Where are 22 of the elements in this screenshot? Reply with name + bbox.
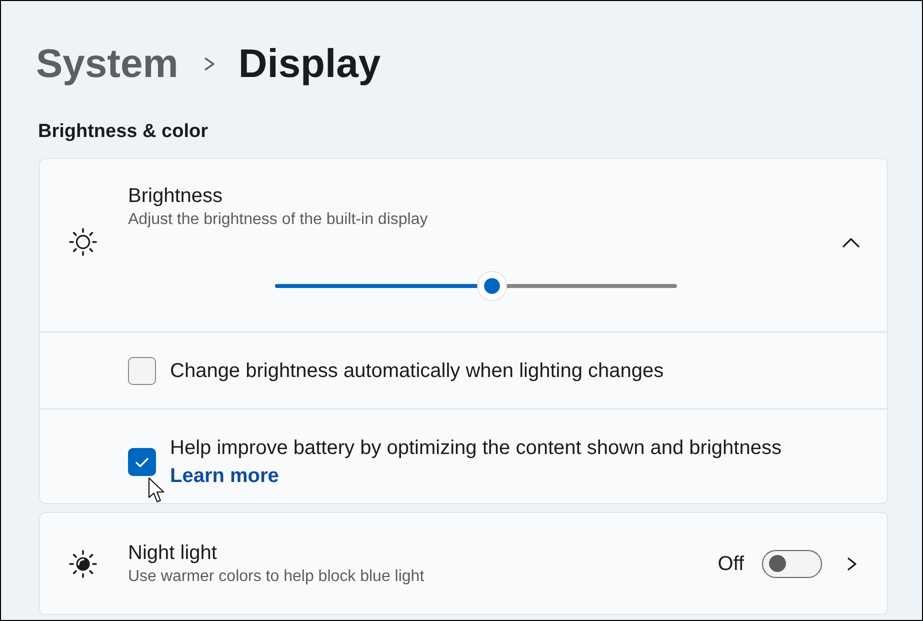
- setting-description: Use warmer colors to help block blue light: [128, 566, 426, 586]
- checkbox[interactable]: [128, 356, 156, 384]
- breadcrumb-link[interactable]: System: [36, 40, 178, 88]
- checkmark-icon: [135, 456, 149, 468]
- toggle-state-label: Off: [718, 552, 744, 576]
- brightness-slider[interactable]: [275, 271, 677, 301]
- learn-more-link[interactable]: Learn more: [170, 462, 279, 490]
- setting-title: Night light: [128, 540, 218, 566]
- shaded-sun-icon: [68, 548, 98, 578]
- toggle-switch[interactable]: [762, 550, 822, 578]
- slider-thumb[interactable]: [477, 271, 508, 301]
- setting-description: Adjust the brightness of the built-in display: [128, 210, 429, 230]
- checkbox[interactable]: [128, 448, 156, 476]
- checkbox-label: Help improve battery by optimizing the content shown and brightness: [170, 436, 782, 461]
- setting-title: Brightness: [128, 184, 224, 209]
- checkbox-label: Change brightness automatically when lighting changes: [170, 358, 664, 384]
- chevron-up-icon[interactable]: [842, 236, 860, 248]
- page-title: Display: [238, 41, 381, 88]
- sun-icon: [68, 227, 98, 257]
- section-heading: Brightness & color: [38, 120, 209, 144]
- chevron-right-icon: [204, 57, 216, 71]
- chevron-right-icon[interactable]: [847, 556, 857, 570]
